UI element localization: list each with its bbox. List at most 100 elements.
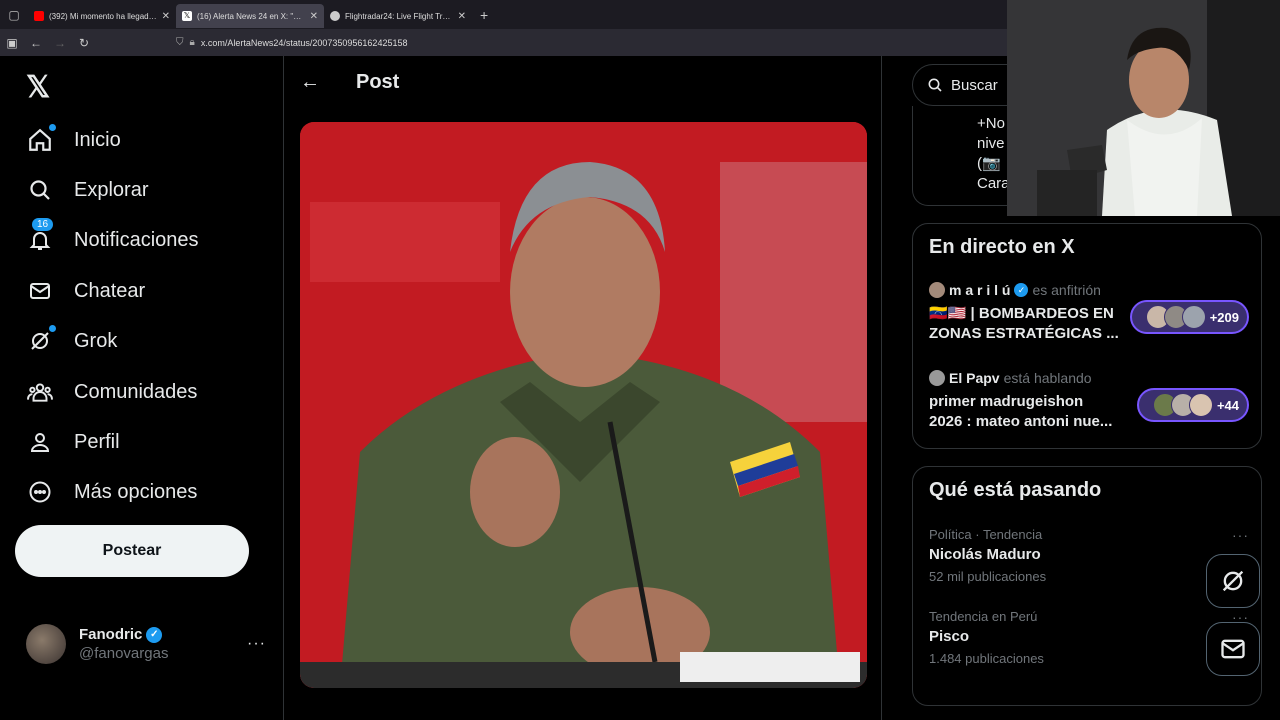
avatar <box>929 370 945 386</box>
trend-meta: Tendencia en Perú <box>929 609 1038 624</box>
people-icon <box>26 378 54 406</box>
trends-section-title: Qué está pasando <box>929 479 1102 501</box>
x-favicon-icon: 𝕏 <box>182 11 192 21</box>
person-icon <box>26 428 54 456</box>
page-title: Post <box>356 71 400 93</box>
live-spaces-card: En directo en X m a r i l ú ✓ es anfitri… <box>912 223 1262 449</box>
live-section-title: En directo en X <box>929 236 1075 258</box>
close-tab-icon[interactable]: ✕ <box>162 11 170 22</box>
trend-item[interactable]: Tendencia en Perú Pisco 1.484 publicacio… <box>929 609 1249 666</box>
shield-icon: ⛉ <box>176 37 184 48</box>
space-title: primer madrugeishon 2026 : mateo antoni … <box>929 393 1113 430</box>
close-tab-icon[interactable]: ✕ <box>458 11 466 22</box>
flightradar-favicon-icon <box>330 11 340 21</box>
listeners-pill[interactable]: +209 <box>1129 300 1249 334</box>
sidebar-item-notificaciones[interactable]: 16 Notificaciones <box>26 218 199 254</box>
post-button[interactable]: Postear <box>15 525 249 577</box>
avatar <box>26 624 66 664</box>
youtube-favicon-icon <box>34 11 44 21</box>
verified-icon: ✓ <box>1014 283 1029 297</box>
post-image[interactable] <box>300 122 867 688</box>
tab-title: Flightradar24: Live Flight Tracke <box>345 11 453 21</box>
avatar <box>1188 393 1213 417</box>
tab-title: (392) Mi momento ha llegado ( <box>49 11 157 21</box>
browser-tab-x[interactable]: 𝕏 (16) Alerta News 24 en X: "🇻🇪 | E ✕ <box>176 4 324 28</box>
forward-icon[interactable]: → <box>48 36 72 50</box>
new-tab-icon[interactable]: + <box>480 7 488 23</box>
sidebar-item-mas-opciones[interactable]: Más opciones <box>26 478 197 506</box>
trend-item[interactable]: Política · Tendencia Nicolás Maduro 52 m… <box>929 527 1249 584</box>
listener-count: +209 <box>1209 309 1239 325</box>
notification-dot <box>49 325 56 332</box>
host-name: m a r i l ú <box>949 282 1011 298</box>
sidebar-item-label: Notificaciones <box>74 228 199 251</box>
sidebar-item-perfil[interactable]: Perfil <box>26 428 120 456</box>
prev-line: (📷 <box>977 155 1001 172</box>
post-header: ← Post <box>284 56 881 109</box>
account-switcher[interactable]: Fanodric ✓ @fanovargas ··· <box>26 622 266 666</box>
notification-dot <box>49 124 56 131</box>
webcam-person-illustration <box>1007 0 1280 216</box>
grok-fab-button[interactable] <box>1206 554 1260 608</box>
back-icon[interactable]: ← <box>24 36 48 50</box>
tab-overview-icon[interactable]: ▢ <box>0 0 28 29</box>
listeners-pill[interactable]: +44 <box>1136 388 1249 422</box>
host-name: El Papv <box>949 370 1000 386</box>
sidebar-item-explorar[interactable]: Explorar <box>26 176 148 204</box>
post-photo-illustration <box>300 122 867 688</box>
url-text: x.com/AlertaNews24/status/20073509561624… <box>200 37 408 48</box>
messages-fab-button[interactable] <box>1206 622 1260 676</box>
trend-count: 52 mil publicaciones <box>929 569 1047 584</box>
sidebar-item-label: Explorar <box>74 178 149 201</box>
live-space-item[interactable]: El Papv está hablando primer madrugeisho… <box>929 370 1249 432</box>
trend-name: Pisco <box>929 628 970 645</box>
more-circle-icon <box>26 478 54 506</box>
url-bar[interactable]: ⛉ 🔒︎ x.com/AlertaNews24/status/200735095… <box>176 37 407 48</box>
listener-count: +44 <box>1216 397 1239 413</box>
x-logo-icon[interactable]: 𝕏 <box>26 70 50 105</box>
prev-line: +No <box>977 115 1005 132</box>
sidebar-item-label: Inicio <box>74 128 121 151</box>
back-arrow-icon[interactable]: ← <box>300 71 340 94</box>
more-icon[interactable]: ··· <box>247 635 266 653</box>
lock-icon: 🔒︎ <box>189 37 195 48</box>
verified-icon: ✓ <box>146 626 163 643</box>
host-status: es anfitrión <box>1032 282 1101 298</box>
browser-tab-youtube[interactable]: (392) Mi momento ha llegado ( ✕ <box>28 4 176 28</box>
browser-tab-flightradar[interactable]: Flightradar24: Live Flight Tracke ✕ <box>324 4 472 28</box>
webcam-overlay <box>1007 0 1280 216</box>
search-placeholder: Buscar <box>951 76 998 94</box>
sidebar-item-grok[interactable]: Grok <box>26 325 118 355</box>
profile-name: Fanodric <box>79 626 143 643</box>
sidebar-toggle-icon[interactable]: ▣ <box>0 36 24 50</box>
main-column: ← Post <box>283 56 882 720</box>
prev-line: Cara <box>977 175 1010 192</box>
more-icon[interactable]: ··· <box>1232 527 1249 543</box>
search-icon <box>928 78 942 92</box>
sidebar-item-label: Más opciones <box>74 480 198 503</box>
trend-name: Nicolás Maduro <box>929 546 1041 563</box>
host-status: está hablando <box>1003 370 1092 386</box>
sidebar-item-label: Comunidades <box>74 380 198 403</box>
notification-badge: 16 <box>32 218 54 231</box>
reload-icon[interactable]: ↻ <box>72 36 96 50</box>
grok-icon <box>26 325 56 355</box>
sidebar-item-inicio[interactable]: Inicio <box>26 124 121 154</box>
avatar <box>1181 305 1206 329</box>
profile-handle: @fanovargas <box>79 645 169 662</box>
sidebar-item-label: Grok <box>74 329 118 352</box>
live-space-item[interactable]: m a r i l ú ✓ es anfitrión 🇻🇪🇺🇸 | BOMBAR… <box>929 282 1249 344</box>
tab-title: (16) Alerta News 24 en X: "🇻🇪 | E <box>197 11 305 21</box>
mail-icon <box>26 277 54 305</box>
home-icon <box>26 124 56 154</box>
close-tab-icon[interactable]: ✕ <box>310 11 318 22</box>
sidebar-item-comunidades[interactable]: Comunidades <box>26 378 197 406</box>
bell-icon: 16 <box>26 218 54 254</box>
sidebar-item-label: Chatear <box>74 279 146 302</box>
prev-line: nive <box>977 135 1005 152</box>
sidebar-item-chatear[interactable]: Chatear <box>26 277 145 305</box>
grok-icon <box>1222 570 1244 592</box>
trend-count: 1.484 publicaciones <box>929 651 1044 666</box>
space-title: 🇻🇪🇺🇸 | BOMBARDEOS EN ZONAS ESTRATÉGICAS … <box>929 305 1119 342</box>
sidebar-item-label: Perfil <box>74 430 120 453</box>
